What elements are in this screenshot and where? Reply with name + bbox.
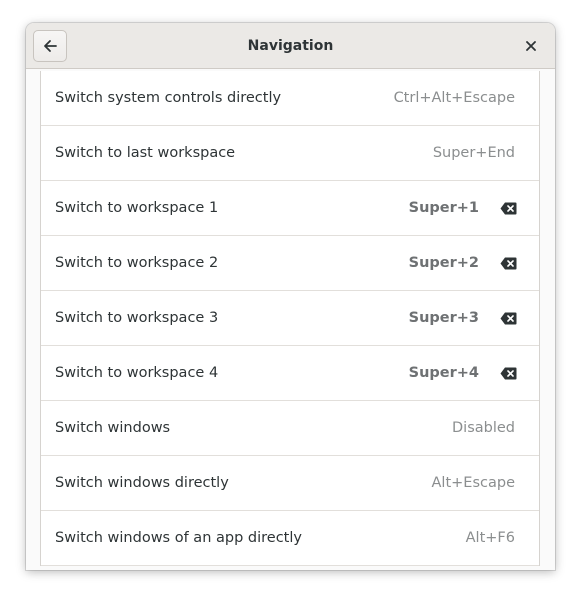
shortcut-accelerator: Super+1 bbox=[408, 200, 479, 216]
shortcut-row-switch-to-workspace-2[interactable]: Switch to workspace 2 Super+2 bbox=[41, 236, 539, 291]
shortcut-accelerator: Super+End bbox=[432, 145, 515, 161]
shortcut-row-switch-to-workspace-4[interactable]: Switch to workspace 4 Super+4 bbox=[41, 346, 539, 401]
shortcut-accelerator: Alt+Escape bbox=[431, 475, 515, 491]
shortcut-label: Switch to workspace 3 bbox=[55, 310, 219, 326]
shortcut-label: Switch windows bbox=[55, 420, 171, 436]
shortcut-row-switch-system-controls-directly[interactable]: Switch system controls directly Ctrl+Alt… bbox=[41, 71, 539, 126]
shortcut-label: Switch to workspace 4 bbox=[55, 365, 219, 381]
shortcut-row-switch-windows[interactable]: Switch windows Disabled bbox=[41, 401, 539, 456]
shortcut-row-switch-to-last-workspace[interactable]: Switch to last workspace Super+End bbox=[41, 126, 539, 181]
reset-shortcut-button[interactable] bbox=[499, 200, 517, 216]
header-bar: Navigation bbox=[26, 23, 555, 69]
shortcut-label: Switch to last workspace bbox=[55, 145, 236, 161]
shortcut-accelerator: Alt+F6 bbox=[465, 530, 515, 546]
backspace-icon bbox=[500, 312, 516, 324]
shortcut-label: Switch to workspace 1 bbox=[55, 200, 219, 216]
shortcut-label: Switch to workspace 2 bbox=[55, 255, 219, 271]
dialog-title: Navigation bbox=[247, 38, 334, 54]
backspace-icon bbox=[500, 202, 516, 214]
navigation-dialog: Navigation Switch system controls direct… bbox=[26, 23, 555, 570]
reset-shortcut-button[interactable] bbox=[499, 255, 517, 271]
close-button[interactable] bbox=[517, 32, 545, 60]
close-icon bbox=[526, 41, 536, 51]
shortcut-row-switch-to-workspace-1[interactable]: Switch to workspace 1 Super+1 bbox=[41, 181, 539, 236]
shortcut-label: Switch windows directly bbox=[55, 475, 229, 491]
shortcut-list-scroll-area[interactable]: Switch system controls directly Ctrl+Alt… bbox=[26, 69, 555, 570]
reset-shortcut-button[interactable] bbox=[499, 310, 517, 326]
shortcut-accelerator: Ctrl+Alt+Escape bbox=[393, 90, 515, 106]
reset-shortcut-button[interactable] bbox=[499, 365, 517, 381]
shortcut-label: Switch system controls directly bbox=[55, 90, 282, 106]
shortcut-label: Switch windows of an app directly bbox=[55, 530, 302, 546]
shortcut-accelerator: Disabled bbox=[452, 420, 515, 436]
shortcut-row-switch-to-workspace-3[interactable]: Switch to workspace 3 Super+3 bbox=[41, 291, 539, 346]
backspace-icon bbox=[500, 367, 516, 379]
shortcut-row-switch-windows-of-an-app-directly[interactable]: Switch windows of an app directly Alt+F6 bbox=[41, 511, 539, 566]
shortcut-accelerator: Super+2 bbox=[408, 255, 479, 271]
shortcut-list: Switch system controls directly Ctrl+Alt… bbox=[40, 71, 540, 566]
shortcut-accelerator: Super+3 bbox=[408, 310, 479, 326]
shortcut-accelerator: Super+4 bbox=[408, 365, 479, 381]
shortcut-row-switch-windows-directly[interactable]: Switch windows directly Alt+Escape bbox=[41, 456, 539, 511]
backspace-icon bbox=[500, 257, 516, 269]
